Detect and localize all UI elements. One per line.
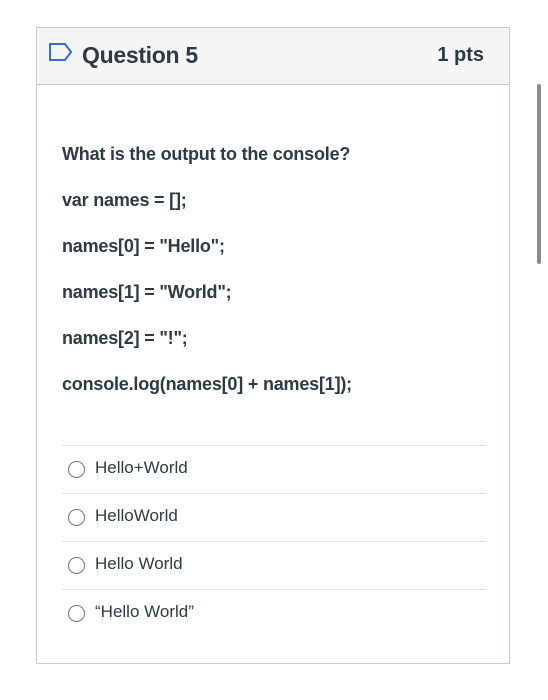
radio-button[interactable]: [68, 461, 85, 478]
question-points: 1 pts: [437, 44, 484, 66]
question-card: Question 5 1 pts What is the output to t…: [36, 27, 510, 664]
answer-label[interactable]: Hello+World: [95, 458, 188, 478]
answer-list: Hello+World HelloWorld Hello World “Hell…: [62, 445, 486, 637]
prompt-line: console.log(names[0] + names[1]);: [62, 374, 352, 394]
question-prompt: What is the output to the console? var n…: [62, 140, 487, 416]
answer-option[interactable]: HelloWorld: [62, 493, 486, 541]
question-title: Question 5: [82, 42, 198, 68]
radio-button[interactable]: [68, 605, 85, 622]
prompt-line: What is the output to the console?: [62, 144, 351, 164]
answer-option[interactable]: Hello World: [62, 541, 486, 589]
answer-label[interactable]: Hello World: [95, 554, 183, 574]
scrollbar[interactable]: [537, 84, 543, 264]
prompt-line: names[2] = "!";: [62, 328, 188, 348]
answer-option[interactable]: “Hello World”: [62, 589, 486, 637]
radio-button[interactable]: [68, 509, 85, 526]
radio-button[interactable]: [68, 557, 85, 574]
bookmark-flag-icon[interactable]: [48, 42, 74, 62]
prompt-line: names[1] = "World";: [62, 282, 232, 302]
prompt-line: names[0] = "Hello";: [62, 236, 225, 256]
answer-option[interactable]: Hello+World: [62, 445, 486, 493]
prompt-line: var names = [];: [62, 190, 187, 210]
answer-label[interactable]: “Hello World”: [95, 602, 194, 622]
answer-label[interactable]: HelloWorld: [95, 506, 178, 526]
scrollbar-thumb[interactable]: [537, 84, 541, 264]
question-header: Question 5 1 pts: [37, 28, 509, 85]
